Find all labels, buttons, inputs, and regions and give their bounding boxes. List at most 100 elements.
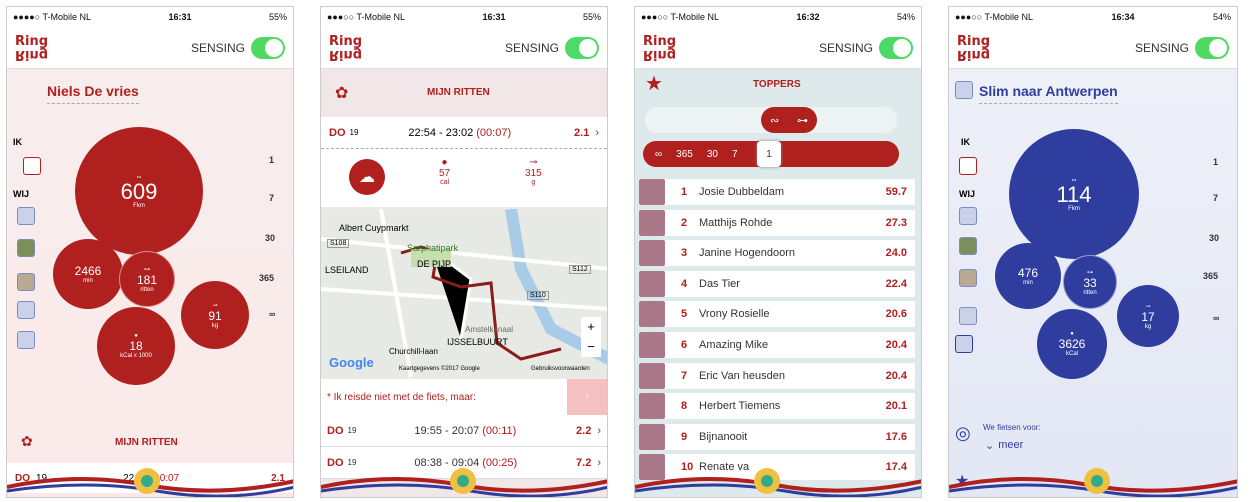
zoom-in-button[interactable]: +	[581, 317, 601, 337]
ride-distance: 2.2	[576, 424, 592, 437]
leaderboard-row[interactable]: 3 Janine Hogendoorn 24.0	[639, 240, 915, 267]
rides-section-icon: ✿	[21, 433, 33, 449]
fkm-value: 609	[120, 178, 158, 204]
rank: 9	[681, 430, 688, 443]
rank: 2	[681, 216, 688, 229]
rides-icon: ✿	[335, 85, 349, 102]
not-bike-row[interactable]: * Ik reisde niet met de fiets, maar: ›	[321, 379, 607, 415]
map-terms-link[interactable]: Gebruiksvoorwaarden	[531, 366, 590, 372]
status-bar: ●●●○○ T-Mobile NL 16:34 54%	[949, 7, 1237, 27]
ride-date: 19	[349, 128, 359, 137]
rider-name: Bijnanooit	[699, 430, 748, 443]
ringring-logo: Ring Ring	[329, 33, 363, 62]
map-copyright: Kaartgegevens ©2017 Google	[399, 366, 480, 372]
rides-bubble: ⊶ 181 ritten	[119, 251, 175, 307]
rider-value: 22.4	[885, 277, 907, 290]
period-1[interactable]: 1	[1213, 157, 1218, 167]
min-unit: min	[1023, 280, 1033, 286]
me-avatar-icon[interactable]	[959, 157, 977, 175]
avatar	[639, 179, 665, 205]
period-all[interactable]: ∞	[269, 309, 275, 319]
leaderboard-row[interactable]: 1 Josie Dubbeldam 59.7	[639, 179, 915, 205]
team-icon-3[interactable]	[959, 269, 977, 287]
ride-day: DO	[329, 126, 346, 139]
leaderboard-row[interactable]: 6 Amazing Mike 20.4	[639, 332, 915, 358]
leaderboard-row[interactable]: 8 Herbert Tiemens 20.1	[639, 393, 915, 420]
rides-bubble: ⊶ 33 ritten	[1063, 255, 1117, 309]
rider-value: 17.6	[885, 430, 907, 443]
battery: 54%	[1212, 12, 1231, 22]
rank: 1	[681, 186, 688, 198]
ribbon-decoration	[949, 468, 1237, 497]
filter-all[interactable]: ∞	[655, 149, 662, 160]
google-logo: Google	[329, 355, 374, 370]
period-30[interactable]: 30	[1209, 233, 1219, 243]
route-icon[interactable]: ∾	[770, 114, 779, 127]
avatar	[639, 393, 665, 420]
wij-label: WIJ	[13, 189, 30, 199]
fkm-bubble: ∾ 609 Fkm	[75, 127, 203, 255]
period-365[interactable]: 365	[1203, 271, 1218, 281]
period-all[interactable]: ∞	[1213, 313, 1219, 323]
not-bike-text: * Ik reisde niet met de fiets, maar:	[327, 391, 476, 403]
filter-1[interactable]: 1	[757, 141, 781, 167]
rider-value: 59.7	[885, 186, 907, 198]
leaderboard-row[interactable]: 5 Vrony Rosielle 20.6	[639, 301, 915, 328]
team-icon-2[interactable]	[959, 237, 977, 255]
ride-distance: 2.1	[574, 126, 590, 139]
map-label-market: Albert Cuypmarkt	[339, 223, 409, 233]
avatar	[639, 423, 665, 450]
period-365[interactable]: 365	[259, 273, 274, 283]
leaderboard-row[interactable]: 4 Das Tier 22.4	[639, 270, 915, 297]
team-icon-3[interactable]	[17, 273, 35, 291]
period-30[interactable]: 30	[265, 233, 275, 243]
kg-bubble: ⊸ 17 kg	[1117, 285, 1179, 347]
sensing-toggle[interactable]	[565, 36, 599, 59]
team-icon-2[interactable]	[17, 239, 35, 257]
carrier: ●●●○○ T-Mobile NL	[327, 12, 406, 22]
team-icon-1[interactable]	[17, 207, 35, 225]
sensing-toggle[interactable]	[879, 36, 913, 59]
team-icon-1[interactable]	[959, 207, 977, 225]
rank: 4	[681, 277, 688, 290]
clock: 16:32	[796, 12, 820, 22]
g-unit: g	[531, 179, 536, 186]
zoom-out-button[interactable]: −	[581, 337, 601, 357]
kcal-value: 3626	[1058, 337, 1086, 351]
period-7[interactable]: 7	[269, 193, 274, 203]
pipe-icon: ⊸	[529, 157, 538, 168]
rides-icon[interactable]: ⊶	[797, 114, 808, 127]
me-avatar-icon[interactable]	[23, 157, 41, 175]
team-icon-4[interactable]	[17, 301, 35, 319]
route-map[interactable]: Albert Cuypmarkt S108 Sarphatipark LSEIL…	[321, 209, 607, 377]
fkm-unit: Fkm	[1068, 205, 1080, 212]
leaderboard-row[interactable]: 9 Bijnanooit 17.6	[639, 423, 915, 450]
kcal-unit: kCal x 1000	[120, 353, 152, 359]
g-value: 315	[525, 168, 542, 179]
filter-365[interactable]: 365	[676, 149, 693, 160]
team-icon-4[interactable]	[959, 307, 977, 325]
chevron-right-icon[interactable]: ›	[567, 379, 607, 415]
period-1[interactable]: 1	[269, 155, 274, 165]
team-name: Slim naar Antwerpen	[979, 83, 1118, 104]
map-label-ijssel: IJSSELBUURT	[447, 337, 508, 347]
ride-row-selected[interactable]: DO 19 22:54 - 23:02 (00:07) 2.1 ›	[321, 117, 607, 149]
more-link[interactable]: ⌄ meer	[985, 439, 1023, 452]
chevron-right-icon: ›	[595, 126, 599, 139]
leaderboard-row[interactable]: 2 Matthijs Rohde 27.3	[639, 209, 915, 236]
rider-name: Das Tier	[699, 277, 740, 290]
clock: 16:31	[482, 12, 506, 22]
ride-row[interactable]: DO 19 19:55 - 20:07 (00:11) 2.2 ›	[321, 415, 607, 447]
filter-30[interactable]: 30	[707, 149, 718, 160]
map-label-park: Sarphatipark	[407, 243, 459, 253]
phone-rides: ●●●○○ T-Mobile NL 16:31 55% Ring Ring SENSIN…	[320, 6, 608, 498]
sensing-toggle[interactable]	[1195, 36, 1229, 59]
sensing-toggle[interactable]	[251, 36, 285, 59]
team-icon-5[interactable]	[955, 335, 973, 353]
filter-7[interactable]: 7	[732, 149, 738, 160]
leaderboard-row[interactable]: 7 Eric Van heusden 20.4	[639, 362, 915, 389]
rider-value: 20.4	[885, 339, 907, 351]
period-7[interactable]: 7	[1213, 193, 1218, 203]
team-icon-5[interactable]	[17, 331, 35, 349]
metric-selector[interactable]: ∾ ⊶	[761, 107, 817, 133]
